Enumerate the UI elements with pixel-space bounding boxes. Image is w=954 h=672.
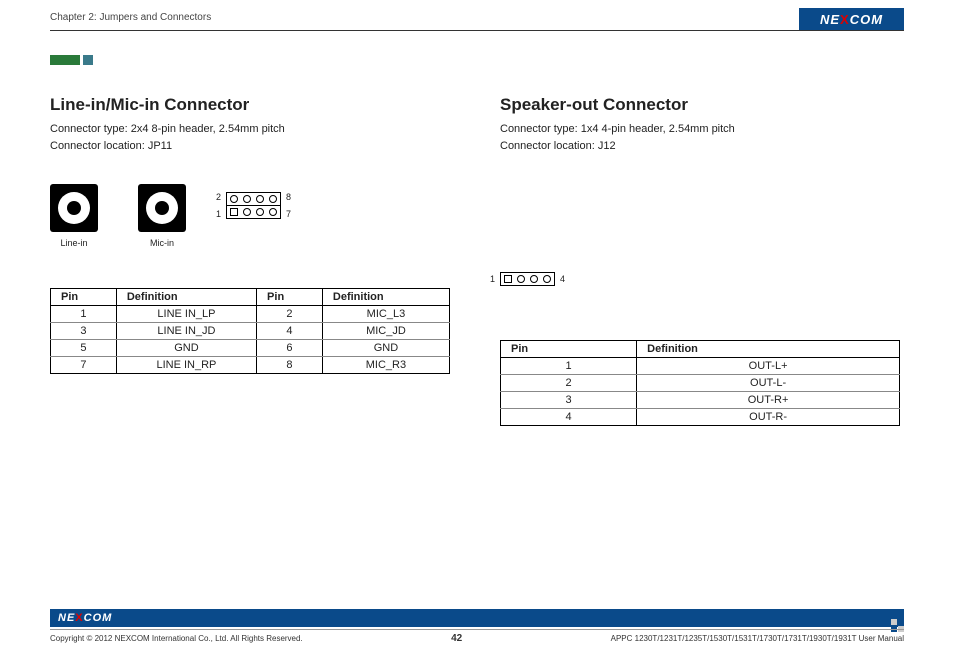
- linein-micin-section: Line-in/Mic-in Connector Connector type:…: [50, 95, 450, 426]
- linein-micin-table: Pin Definition Pin Definition 1LINE IN_L…: [50, 288, 450, 374]
- section-desc-right: Connector type: 1x4 4-pin header, 2.54mm…: [500, 121, 900, 154]
- footer-text-row: Copyright © 2012 NEXCOM International Co…: [50, 629, 904, 644]
- th-def: Definition: [637, 341, 900, 358]
- manual-title: APPC 1230T/1231T/1235T/1530T/1531T/1730T…: [611, 634, 904, 643]
- section-desc-left: Connector type: 2x4 8-pin header, 2.54mm…: [50, 121, 450, 154]
- table-row: 5GND6GND: [51, 340, 450, 357]
- micin-jack-block: Mic-in: [138, 184, 186, 248]
- copyright-text: Copyright © 2012 NEXCOM International Co…: [50, 634, 303, 643]
- speakerout-section: Speaker-out Connector Connector type: 1x…: [500, 95, 900, 426]
- table-header-row: Pin Definition: [501, 341, 900, 358]
- connector-type-left: Connector type: 2x4 8-pin header, 2.54mm…: [50, 123, 285, 135]
- table-row: 1OUT-L+: [501, 358, 900, 375]
- table-row: 2OUT-L-: [501, 375, 900, 392]
- th-def2: Definition: [322, 289, 449, 306]
- connector-type-right: Connector type: 1x4 4-pin header, 2.54mm…: [500, 123, 735, 135]
- pinheader-1x4-diagram: 1 4: [500, 272, 555, 286]
- speakerout-table: Pin Definition 1OUT-L+ 2OUT-L- 3OUT-R+ 4…: [500, 340, 900, 426]
- section-title-right: Speaker-out Connector: [500, 95, 900, 115]
- pin-num-7: 7: [286, 209, 291, 219]
- pinheader-2x4-diagram: 2 8 1 7: [226, 192, 281, 219]
- pin-num-2: 2: [216, 192, 221, 202]
- th-pin2: Pin: [257, 289, 323, 306]
- pin-num-4: 4: [560, 274, 565, 284]
- th-def: Definition: [116, 289, 256, 306]
- table-row: 1LINE IN_LP2MIC_L3: [51, 306, 450, 323]
- table-row: 3LINE IN_JD4MIC_JD: [51, 323, 450, 340]
- th-pin: Pin: [501, 341, 637, 358]
- table-row: 4OUT-R-: [501, 409, 900, 426]
- section-title-left: Line-in/Mic-in Connector: [50, 95, 450, 115]
- nexcom-logo-footer: NEXCOM: [58, 612, 112, 624]
- pin-num-1: 1: [216, 209, 221, 219]
- chapter-title: Chapter 2: Jumpers and Connectors: [50, 12, 904, 23]
- th-pin: Pin: [51, 289, 117, 306]
- header-divider: [50, 30, 904, 31]
- connector-location-right: Connector location: J12: [500, 140, 616, 152]
- jack-row: Line-in Mic-in 2 8 1 7: [50, 184, 450, 248]
- linein-jack-block: Line-in: [50, 184, 98, 248]
- table-row: 7LINE IN_RP8MIC_R3: [51, 357, 450, 374]
- micin-jack-icon: [138, 184, 186, 232]
- decor-green-bar: [50, 55, 80, 65]
- footer-bar: NEXCOM: [50, 609, 904, 627]
- table-header-row: Pin Definition Pin Definition: [51, 289, 450, 306]
- linein-jack-label: Line-in: [50, 238, 98, 248]
- micin-jack-label: Mic-in: [138, 238, 186, 248]
- table-row: 3OUT-R+: [501, 392, 900, 409]
- decor-teal-bar: [83, 55, 93, 65]
- pin-num-8: 8: [286, 192, 291, 202]
- connector-location-left: Connector location: JP11: [50, 140, 172, 152]
- linein-jack-icon: [50, 184, 98, 232]
- page-number: 42: [451, 633, 462, 644]
- pin-num-1: 1: [490, 274, 495, 284]
- nexcom-logo-top: NEXCOM: [799, 8, 904, 30]
